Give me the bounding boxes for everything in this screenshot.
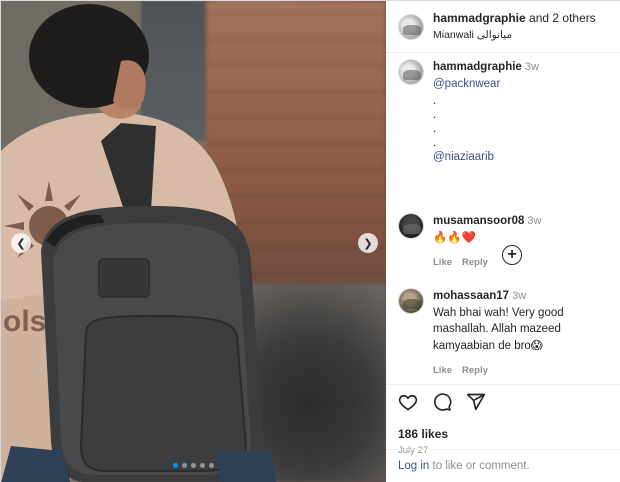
- post-actions: 186 likes July 27: [386, 384, 620, 456]
- comment-actions: Like Reply: [433, 256, 609, 270]
- post-photo[interactable]: olsi ❮ ❯: [1, 1, 386, 482]
- comment-body: musamansoor08 3w 🔥🔥❤️ Like Reply: [433, 213, 609, 269]
- mention-link[interactable]: @niaziaarib: [433, 149, 609, 166]
- commenter-avatar[interactable]: [398, 287, 424, 314]
- post-header-text: hammadgraphie and 2 others Mianwali میان…: [433, 11, 596, 42]
- author-line: hammadgraphie and 2 others: [433, 11, 596, 26]
- caption-dot: .: [433, 92, 437, 107]
- comments-section: hammadgraphie 3w @packnwear . . . . @niaz…: [386, 59, 620, 377]
- action-icons: [398, 391, 609, 413]
- likes-count[interactable]: 186 likes: [398, 427, 609, 441]
- post-header: hammadgraphie and 2 others Mianwali میان…: [386, 1, 620, 53]
- comment: musamansoor08 3w 🔥🔥❤️ Like Reply: [386, 213, 620, 269]
- carousel-dot: [209, 463, 214, 468]
- comment-text: 🔥🔥❤️: [433, 232, 476, 245]
- comment-like-button[interactable]: Like: [433, 257, 452, 268]
- login-link[interactable]: Log in: [398, 460, 429, 472]
- comment-icon[interactable]: [432, 392, 452, 412]
- carousel-prev-button[interactable]: ❮: [11, 233, 31, 253]
- comment-actions: Like Reply: [433, 364, 609, 378]
- mention-link[interactable]: @packnwear: [433, 76, 609, 93]
- post-details-panel: hammadgraphie and 2 others Mianwali میان…: [386, 1, 620, 482]
- author-username[interactable]: hammadgraphie: [433, 11, 526, 25]
- comment-username[interactable]: musamansoor08: [433, 215, 524, 227]
- person-with-backpack: olsi: [1, 4, 276, 482]
- comment-reply-button[interactable]: Reply: [462, 257, 488, 268]
- heart-icon[interactable]: [398, 392, 418, 412]
- comment: mohassaan17 3w Wah bhai wah! Very good ma…: [386, 287, 620, 378]
- caption-time: 3w: [524, 61, 539, 73]
- carousel-dot: [200, 463, 205, 468]
- chevron-right-icon: ❯: [363, 237, 373, 250]
- comment-text: Wah bhai wah! Very good mashallah. Allah…: [433, 306, 564, 352]
- caption-body: hammadgraphie 3w @packnwear . . . . @niaz…: [433, 59, 609, 165]
- caption-username[interactable]: hammadgraphie: [433, 61, 522, 73]
- login-prompt-text: to like or comment.: [429, 460, 530, 472]
- share-icon[interactable]: [466, 392, 486, 412]
- caption-avatar[interactable]: [398, 59, 424, 85]
- collaborators-text[interactable]: and 2 others: [526, 11, 596, 25]
- caption-dot: .: [433, 106, 437, 121]
- commenter-avatar[interactable]: [398, 213, 424, 240]
- chevron-left-icon: ❮: [16, 237, 26, 250]
- comment-body: mohassaan17 3w Wah bhai wah! Very good ma…: [433, 288, 609, 378]
- author-avatar[interactable]: [398, 13, 424, 40]
- comment-time: 3w: [512, 289, 527, 302]
- comment-reply-button[interactable]: Reply: [462, 365, 488, 376]
- carousel-dot: [182, 463, 187, 468]
- caption-dot: .: [433, 120, 437, 135]
- carousel-indicator: [1, 463, 386, 468]
- login-prompt: Log in to like or comment.: [386, 449, 620, 472]
- location-link[interactable]: Mianwali میانوالی: [433, 29, 596, 42]
- comment-time: 3w: [527, 215, 542, 228]
- comment-like-button[interactable]: Like: [433, 365, 452, 376]
- carousel-next-button[interactable]: ❯: [358, 233, 378, 253]
- post-modal: olsi ❮ ❯ hammadgraphie and 2 others Mian…: [0, 0, 620, 482]
- caption: hammadgraphie 3w @packnwear . . . . @niaz…: [386, 59, 620, 165]
- carousel-dot: [191, 463, 196, 468]
- caption-dot: .: [433, 134, 437, 149]
- carousel-dot: [173, 463, 178, 468]
- comment-username[interactable]: mohassaan17: [433, 290, 509, 302]
